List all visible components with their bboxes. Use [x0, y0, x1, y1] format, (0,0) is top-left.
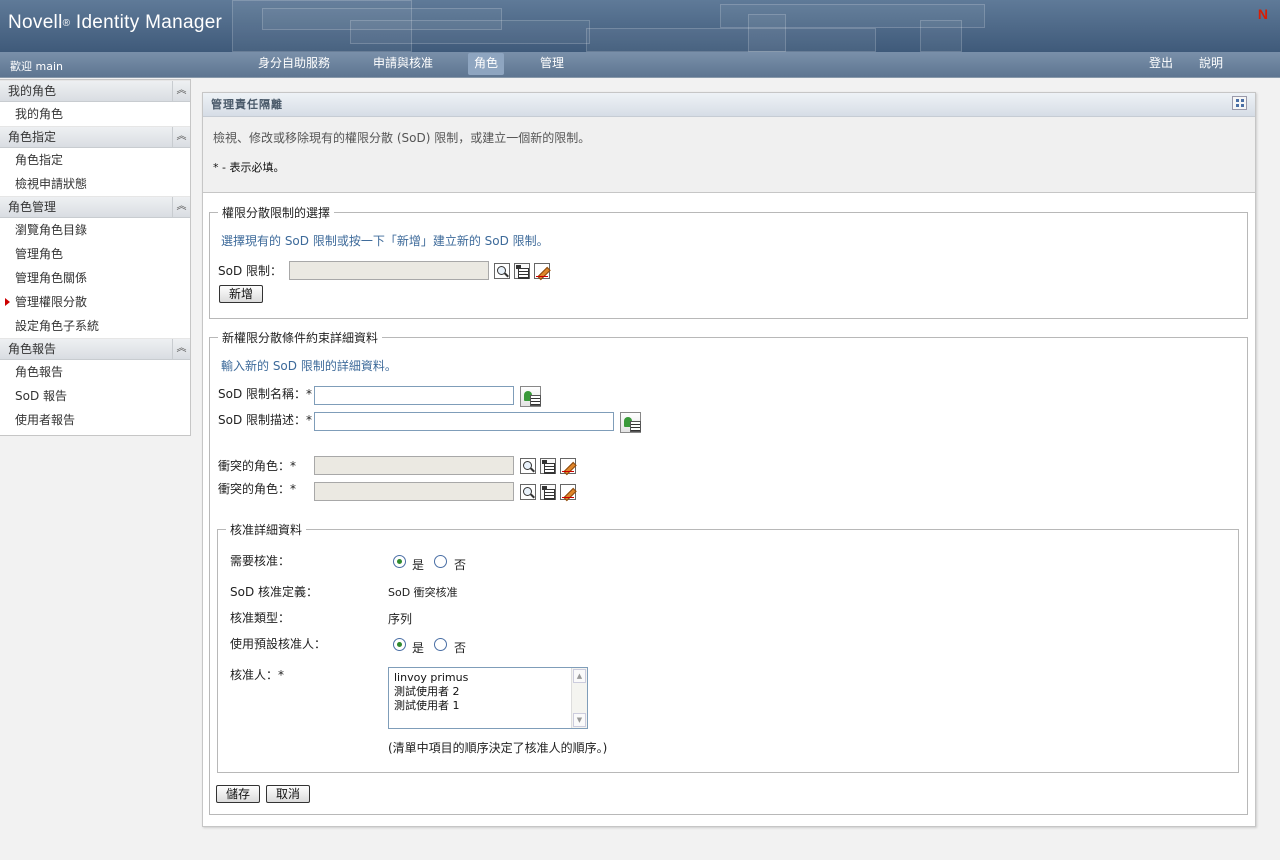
tab-requests-approvals[interactable]: 申請與核准 [367, 52, 439, 77]
search-icon[interactable] [494, 263, 510, 279]
sidebar-section-role-assignment: 角色指定 ︽ [0, 126, 190, 148]
product-logo: Novell® Identity Manager [8, 12, 223, 33]
approval-type-label: 核准類型： [230, 611, 291, 625]
sidebar-section-title: 角色指定 [8, 130, 57, 144]
localize-text-icon[interactable] [520, 386, 541, 407]
sod-constraint-label: SoD 限制： [218, 264, 283, 278]
conflicting-role-2-field[interactable] [314, 482, 514, 501]
double-chevron-up-icon[interactable]: ︽ [172, 127, 190, 148]
clear-edit-icon[interactable] [560, 484, 576, 500]
sod-approval-definition-value: SoD 衝突核准 [388, 586, 458, 599]
sidebar-item-manage-roles[interactable]: 管理角色 [0, 242, 190, 266]
approval-required-no-label: 否 [454, 558, 467, 572]
approval-details-fieldset: 核准詳細資料 [217, 521, 1239, 773]
new-button[interactable]: 新增 [219, 285, 263, 303]
app-header: Novell® Identity Manager N [0, 0, 1280, 52]
novell-n-icon: N [1257, 6, 1268, 22]
history-list-icon[interactable] [514, 263, 530, 279]
sidebar-section-role-reports: 角色報告 ︽ [0, 338, 190, 360]
sod-details-legend: 新權限分散條件約束詳細資料 [222, 331, 379, 345]
intro-section: 檢視、修改或移除現有的權限分散 (SoD) 限制，或建立一個新的限制。 * - … [203, 117, 1255, 193]
main-panel: 管理責任隔離 檢視、修改或移除現有的權限分散 (SoD) 限制，或建立一個新的限… [202, 92, 1256, 827]
history-list-icon[interactable] [540, 484, 556, 500]
header-decoration [350, 20, 590, 44]
sod-details-hint: 輸入新的 SoD 限制的詳細資料。 [221, 359, 397, 373]
list-item[interactable]: linvoy primus [389, 671, 587, 685]
header-decoration [748, 14, 786, 52]
scroll-down-icon[interactable]: ▼ [573, 713, 586, 727]
approval-required-label: 需要核准： [230, 554, 291, 568]
search-icon[interactable] [520, 458, 536, 474]
sod-description-label: SoD 限制描述：* [218, 413, 313, 427]
list-item[interactable]: 測試使用者 2 [389, 685, 587, 699]
sidebar: 我的角色 ︽ 我的角色 角色指定 ︽ 角色指定 檢視申請狀態 角色管理 ︽ 瀏覽… [0, 79, 191, 436]
approval-type-value: 序列 [388, 612, 413, 626]
approval-required-yes-radio[interactable] [393, 555, 406, 568]
sidebar-item-browse-role-catalog[interactable]: 瀏覽角色目錄 [0, 218, 190, 242]
sod-constraint-field[interactable] [289, 261, 489, 280]
approver-order-note: (清單中項目的順序決定了核准人的順序。) [388, 741, 608, 755]
logout-link[interactable]: 登出 [1149, 52, 1173, 74]
sod-name-input[interactable] [314, 386, 514, 405]
sidebar-item-user-report[interactable]: 使用者報告 [0, 408, 190, 432]
listbox-scrollbar[interactable]: ▲ ▼ [571, 668, 587, 728]
header-decoration [586, 28, 876, 52]
sidebar-item-view-request-status[interactable]: 檢視申請狀態 [0, 172, 190, 196]
panel-menu-icon[interactable] [1232, 96, 1247, 110]
sod-description-input[interactable] [314, 412, 614, 431]
approvers-listbox[interactable]: linvoy primus 測試使用者 2 測試使用者 1 ▲ ▼ [388, 667, 588, 729]
tab-roles[interactable]: 角色 [468, 53, 505, 75]
clear-edit-icon[interactable] [534, 263, 550, 279]
sod-selection-legend: 權限分散限制的選擇 [222, 206, 331, 220]
localize-text-icon[interactable] [620, 412, 641, 433]
sidebar-item-manage-sod[interactable]: 管理權限分散 [0, 290, 190, 314]
default-approver-yes-radio[interactable] [393, 638, 406, 651]
default-approver-yes-label: 是 [412, 641, 425, 655]
top-nav-bar: 歡迎 main 身分自助服務 申請與核准 角色 管理 登出 說明 [0, 52, 1280, 78]
list-item[interactable]: 測試使用者 1 [389, 699, 587, 713]
double-chevron-up-icon[interactable]: ︽ [172, 339, 190, 360]
sod-selection-hint: 選擇現有的 SoD 限制或按一下「新增」建立新的 SoD 限制。 [221, 234, 549, 248]
conflicting-role-2-label: 衝突的角色：* [218, 482, 297, 496]
sidebar-item-sod-report[interactable]: SoD 報告 [0, 384, 190, 408]
history-list-icon[interactable] [540, 458, 556, 474]
save-button[interactable]: 儲存 [216, 785, 260, 803]
default-approver-no-label: 否 [454, 641, 467, 655]
sidebar-item-role-assignment[interactable]: 角色指定 [0, 148, 190, 172]
approvers-label: 核准人：* [230, 668, 285, 682]
page-description: 檢視、修改或移除現有的權限分散 (SoD) 限制，或建立一個新的限制。 [213, 131, 591, 145]
welcome-text: 歡迎 main [10, 60, 63, 73]
tab-administration[interactable]: 管理 [534, 52, 570, 77]
cancel-button[interactable]: 取消 [266, 785, 310, 803]
double-chevron-up-icon[interactable]: ︽ [172, 197, 190, 218]
scroll-up-icon[interactable]: ▲ [573, 669, 586, 683]
required-note: * - 表示必填。 [213, 161, 285, 174]
conflicting-role-1-field[interactable] [314, 456, 514, 475]
page-title: 管理責任隔離 [211, 98, 283, 111]
approval-details-legend: 核准詳細資料 [230, 523, 303, 537]
default-approver-label: 使用預設核准人： [230, 637, 327, 651]
approval-required-no-radio[interactable] [434, 555, 447, 568]
sidebar-item-my-roles[interactable]: 我的角色 [0, 102, 190, 126]
sidebar-item-configure-role-subsystem[interactable]: 設定角色子系統 [0, 314, 190, 338]
sidebar-section-title: 角色管理 [8, 200, 57, 214]
sidebar-item-manage-role-relationships[interactable]: 管理角色關係 [0, 266, 190, 290]
double-chevron-up-icon[interactable]: ︽ [172, 81, 190, 102]
sod-approval-definition-label: SoD 核准定義： [230, 585, 319, 599]
conflicting-role-1-label: 衝突的角色：* [218, 459, 297, 473]
tab-identity-self-service[interactable]: 身分自助服務 [252, 52, 336, 77]
sod-name-label: SoD 限制名稱：* [218, 387, 313, 401]
default-approver-no-radio[interactable] [434, 638, 447, 651]
help-link[interactable]: 說明 [1199, 52, 1223, 74]
panel-title-bar: 管理責任隔離 [203, 93, 1255, 117]
search-icon[interactable] [520, 484, 536, 500]
header-decoration [920, 20, 962, 52]
sidebar-section-title: 角色報告 [8, 342, 57, 356]
sidebar-section-my-roles: 我的角色 ︽ [0, 80, 190, 102]
sidebar-section-title: 我的角色 [8, 84, 57, 98]
approval-required-yes-label: 是 [412, 558, 425, 572]
clear-edit-icon[interactable] [560, 458, 576, 474]
sidebar-section-role-management: 角色管理 ︽ [0, 196, 190, 218]
sidebar-item-role-report[interactable]: 角色報告 [0, 360, 190, 384]
